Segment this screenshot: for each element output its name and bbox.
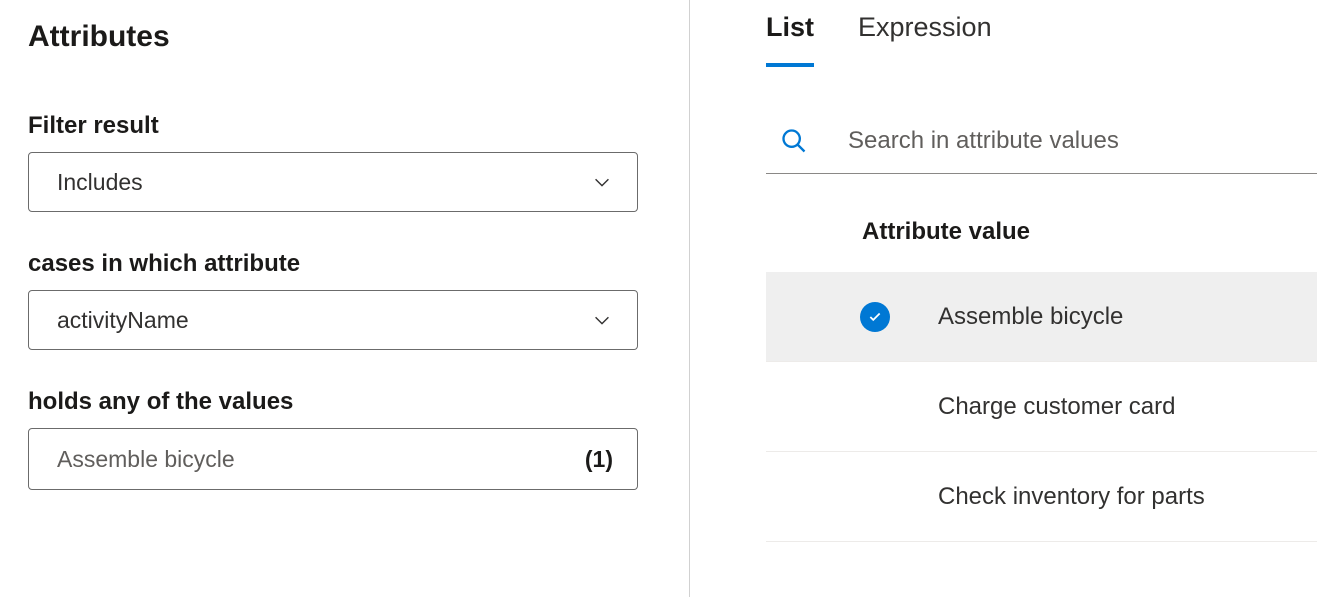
tab-expression[interactable]: Expression bbox=[858, 12, 992, 67]
check-icon bbox=[860, 302, 890, 332]
filter-result-label: Filter result bbox=[28, 112, 661, 140]
holds-values-group: holds any of the values Assemble bicycle… bbox=[28, 388, 661, 490]
filter-result-value: Includes bbox=[57, 169, 143, 196]
left-panel: Attributes Filter result Includes cases … bbox=[0, 0, 690, 597]
search-input[interactable] bbox=[848, 127, 1317, 155]
cases-attribute-value: activityName bbox=[57, 307, 189, 334]
panel-title: Attributes bbox=[28, 20, 661, 54]
attribute-value-header: Attribute value bbox=[862, 174, 1317, 272]
holds-values-count: (1) bbox=[585, 446, 613, 473]
cases-attribute-label: cases in which attribute bbox=[28, 250, 661, 278]
list-item-label: Charge customer card bbox=[938, 393, 1175, 421]
cases-attribute-select[interactable]: activityName bbox=[28, 290, 638, 350]
chevron-down-icon bbox=[591, 309, 613, 331]
list-item[interactable]: Charge customer card bbox=[766, 362, 1317, 452]
right-panel: List Expression Attribute value Assemble… bbox=[690, 0, 1317, 597]
list-item-label: Assemble bicycle bbox=[938, 303, 1123, 331]
list-item[interactable]: Check inventory for parts bbox=[766, 452, 1317, 542]
tabs: List Expression bbox=[766, 12, 1317, 67]
chevron-down-icon bbox=[591, 171, 613, 193]
tab-list[interactable]: List bbox=[766, 12, 814, 67]
list-item-label: Check inventory for parts bbox=[938, 483, 1205, 511]
search-row bbox=[766, 115, 1317, 174]
filter-result-select[interactable]: Includes bbox=[28, 152, 638, 212]
holds-values-label: holds any of the values bbox=[28, 388, 661, 416]
holds-values-text: Assemble bicycle bbox=[57, 446, 235, 473]
holds-values-box[interactable]: Assemble bicycle (1) bbox=[28, 428, 638, 490]
list-item[interactable]: Assemble bicycle bbox=[766, 272, 1317, 362]
search-icon bbox=[780, 127, 808, 155]
filter-result-group: Filter result Includes bbox=[28, 112, 661, 212]
cases-attribute-group: cases in which attribute activityName bbox=[28, 250, 661, 350]
